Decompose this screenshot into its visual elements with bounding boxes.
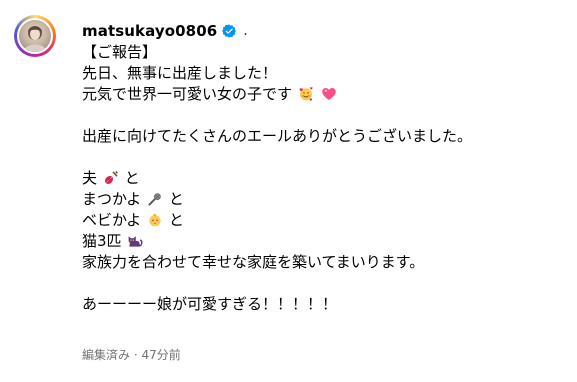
post-meta: 編集済み · 47分前 bbox=[82, 346, 181, 363]
caption-line-thanks: 出産に向けてたくさんのエールありがとうございました。 bbox=[82, 127, 473, 145]
avatar[interactable] bbox=[17, 18, 53, 54]
edited-label: 編集済み bbox=[82, 348, 131, 362]
caption-header: matsukayo0806 . bbox=[82, 20, 567, 42]
username-link[interactable]: matsukayo0806 bbox=[82, 22, 217, 40]
avatar-photo-icon bbox=[23, 26, 47, 52]
caption-line-baby: ベビかよ と bbox=[82, 210, 567, 231]
baby-icon bbox=[149, 213, 161, 227]
caption-line-3: 元気で世界一可愛い女の子です bbox=[82, 84, 567, 105]
caption-line-husband: 夫 と bbox=[82, 168, 567, 189]
caption-husband-text: 夫 bbox=[82, 169, 98, 187]
caption-line-cats: 猫3匹 bbox=[82, 231, 567, 252]
caption-line-family: 家族力を合わせて幸せな家庭を築いてまいります。 bbox=[82, 253, 425, 271]
caption-text: 【ご報告】 先日、無事に出産しました！ 元気で世界一可愛い女の子です 出産に向け… bbox=[82, 42, 567, 315]
caption-line-2: 先日、無事に出産しました！ bbox=[82, 64, 278, 82]
caption-baby-text: ベビかよ bbox=[82, 211, 142, 229]
pink-heart-icon bbox=[321, 88, 336, 100]
avatar-story-ring[interactable] bbox=[14, 15, 56, 57]
caption-line-1: 【ご報告】 bbox=[82, 43, 158, 61]
caption-line-matsukayo: まつかよ と bbox=[82, 189, 567, 210]
timestamp-link[interactable]: 47分前 bbox=[142, 348, 181, 362]
black-cat-icon bbox=[128, 236, 143, 247]
caption-husband-tail: と bbox=[124, 169, 140, 187]
header-separator: . bbox=[243, 23, 248, 39]
caption-blank-2 bbox=[82, 147, 567, 168]
caption-baby-tail: と bbox=[168, 211, 184, 229]
caption-cats-text: 猫3匹 bbox=[82, 232, 122, 250]
caption-blank-3 bbox=[82, 273, 567, 294]
post-caption-card: matsukayo0806 . 【ご報告】 先日、無事に出産しました！ 元気で世… bbox=[0, 0, 577, 382]
caption-content: matsukayo0806 . 【ご報告】 先日、無事に出産しました！ 元気で世… bbox=[82, 20, 567, 315]
meta-separator: · bbox=[133, 348, 138, 362]
caption-matsukayo-text: まつかよ bbox=[82, 190, 142, 208]
caption-line-cute: あーーーー娘が可愛すぎる！！！！！ bbox=[82, 295, 338, 313]
guitar-icon bbox=[104, 171, 118, 185]
smiling-face-with-hearts-icon bbox=[299, 87, 313, 101]
caption-blank-1 bbox=[82, 105, 567, 126]
caption-line-3-text: 元気で世界一可愛い女の子です bbox=[82, 85, 293, 103]
caption-matsukayo-tail: と bbox=[168, 190, 184, 208]
verified-badge-icon bbox=[222, 24, 237, 38]
microphone-icon bbox=[148, 193, 161, 206]
